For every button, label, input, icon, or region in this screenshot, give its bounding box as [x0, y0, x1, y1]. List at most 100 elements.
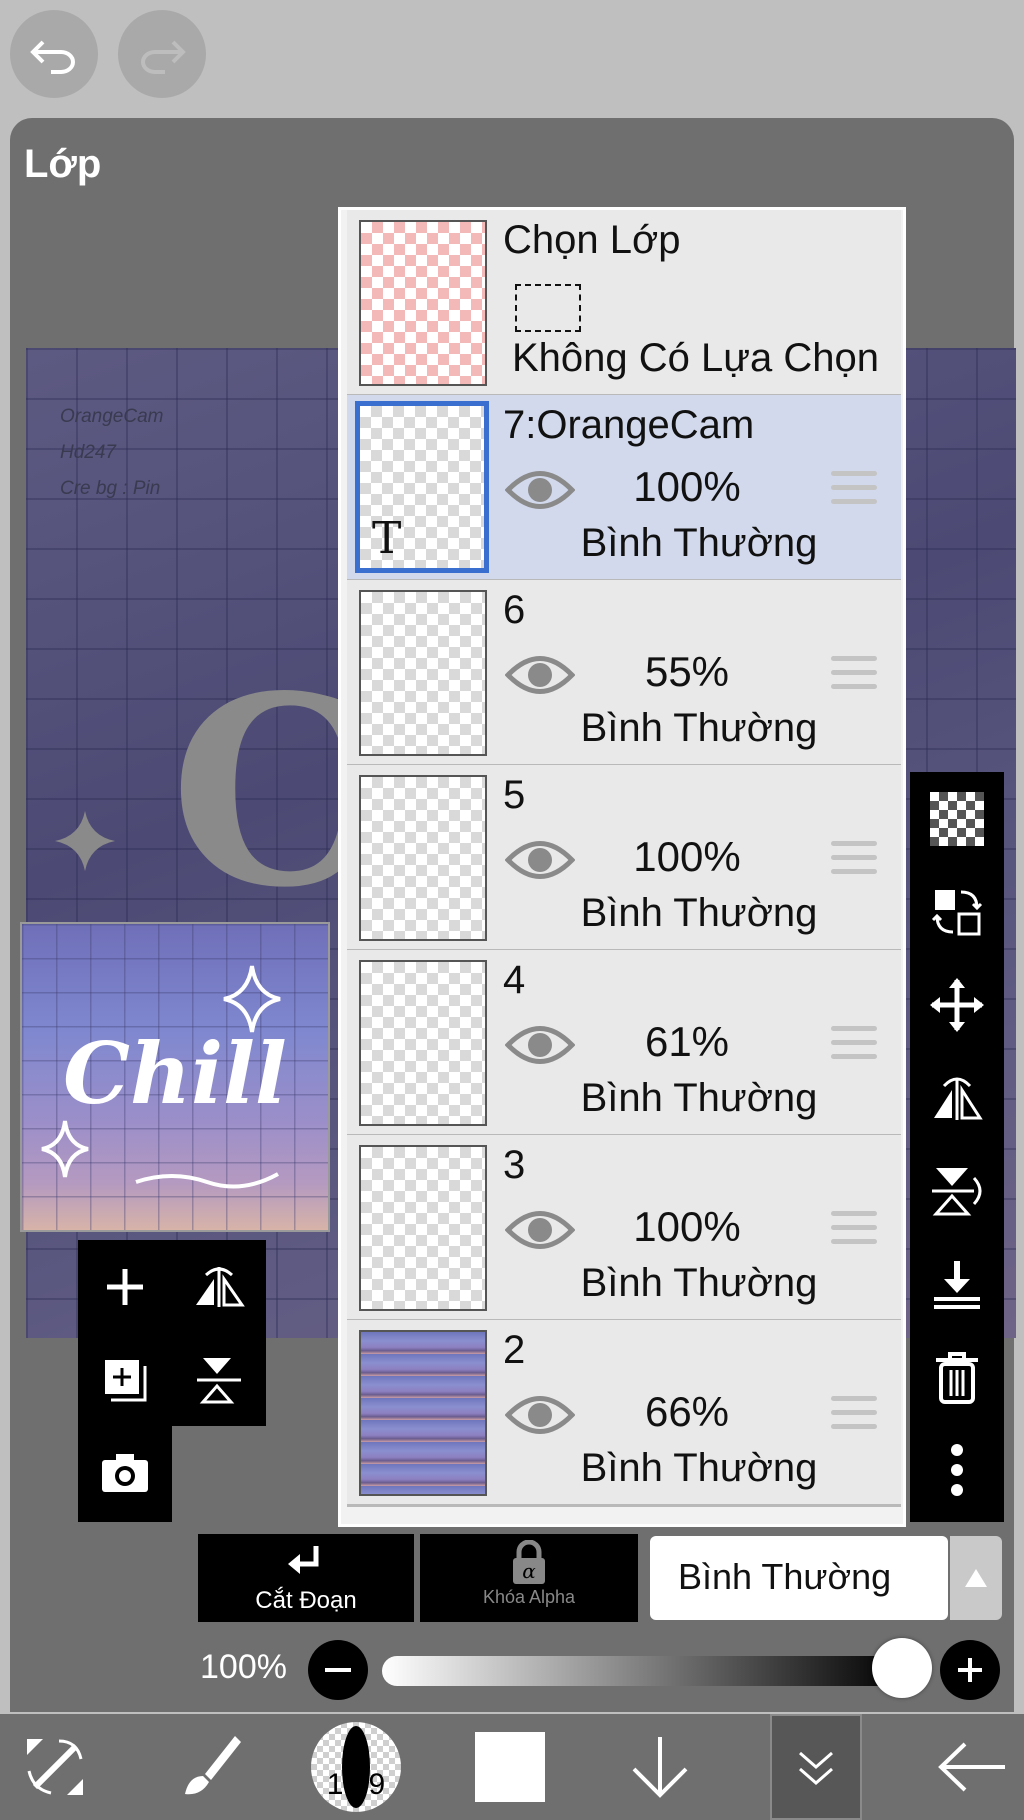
layer-thumbnail — [359, 775, 487, 941]
eye-icon[interactable] — [505, 837, 575, 883]
lock-icon: α — [513, 1539, 545, 1584]
camera-icon — [102, 1453, 148, 1492]
layer-row[interactable]: 2 66% Bình Thường — [347, 1320, 901, 1507]
camera-button[interactable] — [78, 1426, 172, 1522]
opacity-slider-knob[interactable] — [872, 1638, 932, 1698]
flip-horizontal-button[interactable] — [172, 1240, 266, 1333]
brush-icon — [185, 1736, 241, 1795]
blend-mode-value: Bình Thường — [678, 1556, 892, 1597]
alpha-lock-button[interactable]: α Khóa Alpha — [420, 1534, 638, 1622]
drag-handle-icon[interactable] — [831, 656, 877, 696]
opacity-slider[interactable] — [382, 1656, 902, 1686]
color-button[interactable] — [460, 1714, 560, 1820]
canvas-preview[interactable]: Chill — [20, 922, 330, 1232]
layer-thumbnail: T — [355, 401, 489, 573]
eye-icon[interactable] — [505, 1022, 575, 1068]
duplicate-layer-button[interactable] — [78, 1333, 172, 1426]
opacity-increase-button[interactable] — [940, 1640, 1000, 1700]
layer-thumbnail — [359, 590, 487, 756]
move-button[interactable] — [910, 958, 1004, 1051]
blend-mode-select[interactable]: Bình Thường — [650, 1536, 948, 1620]
layers-button[interactable] — [770, 1714, 862, 1820]
eye-icon[interactable] — [505, 1207, 575, 1253]
clip-arrow-icon — [288, 1546, 319, 1574]
layer-name: 6 — [503, 588, 526, 632]
brush-size-button[interactable]: 19.9 — [306, 1714, 406, 1820]
swap-layer-button[interactable] — [910, 865, 1004, 958]
right-tool-panel — [910, 772, 1004, 1522]
preview-sparkle — [223, 965, 281, 1033]
plus-icon — [958, 1658, 982, 1682]
selection-thumbnail — [359, 220, 487, 386]
layer-list[interactable]: Chọn Lớp Không Có Lựa Chọn T 7:OrangeCam… — [338, 207, 906, 1527]
checker-icon — [930, 791, 984, 846]
selection-title: Chọn Lớp — [503, 218, 681, 262]
brush-tool-button[interactable] — [160, 1714, 260, 1820]
triangle-up-icon — [965, 1569, 987, 1587]
layer-opacity: 55% — [644, 648, 730, 695]
transform-icon — [27, 1739, 83, 1795]
more-vertical-icon — [951, 1443, 963, 1496]
add-layer-button[interactable] — [78, 1240, 172, 1333]
layer-blend-mode: Bình Thường — [580, 1076, 818, 1120]
layer-row[interactable]: 5 100% Bình Thường — [347, 765, 901, 952]
merge-down-button[interactable] — [910, 1237, 1004, 1330]
clipping-button[interactable]: Cắt Đoạn — [198, 1534, 414, 1622]
layer-opacity: 61% — [644, 1018, 730, 1065]
layer-opacity: 66% — [644, 1388, 730, 1435]
duplicate-icon — [105, 1359, 147, 1401]
brush-size-value: 19.9 — [326, 1768, 386, 1801]
transform-tool-button[interactable] — [0, 1714, 110, 1820]
eye-icon[interactable] — [505, 1392, 575, 1438]
drag-handle-icon[interactable] — [831, 1026, 877, 1066]
redo-button[interactable] — [118, 10, 206, 98]
layer-down-button[interactable] — [610, 1714, 710, 1820]
layer-row[interactable]: T 7:OrangeCam 100% Bình Thường — [347, 395, 901, 582]
transparent-fill-button[interactable] — [910, 772, 1004, 865]
flip-horizontal-button[interactable] — [910, 1051, 1004, 1144]
undo-button[interactable] — [10, 10, 98, 98]
redo-icon — [141, 40, 186, 74]
marquee-icon — [515, 284, 581, 332]
flip-horizontal-icon — [934, 1077, 983, 1120]
sparkle-shape — [55, 811, 115, 871]
flip-vertical-button[interactable] — [910, 1144, 1004, 1237]
left-tool-panel — [78, 1240, 266, 1426]
clipping-label: Cắt Đoạn — [255, 1587, 357, 1614]
preview-sparkle-2 — [41, 1120, 89, 1178]
merge-down-icon — [934, 1260, 980, 1309]
eye-icon[interactable] — [505, 467, 575, 513]
preview-text: Chill — [63, 1024, 287, 1123]
layer-row[interactable]: 4 61% Bình Thường — [347, 950, 901, 1137]
layer-name: 3 — [503, 1143, 526, 1187]
swap-icon — [931, 889, 983, 935]
double-chevron-down-icon — [799, 1751, 833, 1785]
drag-handle-icon[interactable] — [831, 841, 877, 881]
selection-layer-row[interactable]: Chọn Lớp Không Có Lựa Chọn — [347, 210, 901, 397]
layer-opacity: 100% — [633, 833, 741, 880]
layer-blend-mode: Bình Thường — [580, 1261, 818, 1305]
selection-status: Không Có Lựa Chọn — [512, 336, 880, 380]
layer-blend-mode: Bình Thường — [580, 1446, 818, 1490]
flip-vertical-button[interactable] — [172, 1333, 266, 1426]
eye-icon[interactable] — [505, 652, 575, 698]
layer-row[interactable]: 3 100% Bình Thường — [347, 1135, 901, 1322]
delete-layer-button[interactable] — [910, 1330, 1004, 1423]
layer-name: 5 — [503, 773, 526, 817]
trash-icon — [936, 1351, 978, 1404]
more-options-button[interactable] — [910, 1423, 1004, 1516]
canvas-credit-1: OrangeCam — [60, 406, 164, 427]
drag-handle-icon[interactable] — [831, 471, 877, 511]
back-button[interactable] — [920, 1714, 1024, 1820]
blend-mode-dropdown-button[interactable] — [950, 1536, 1002, 1620]
text-layer-icon: T — [372, 513, 402, 564]
minus-icon — [325, 1668, 351, 1672]
layer-blend-mode: Bình Thường — [580, 706, 818, 750]
drag-handle-icon[interactable] — [831, 1396, 877, 1436]
flip-vertical-icon — [197, 1357, 241, 1403]
preview-swoosh — [135, 1172, 279, 1189]
layer-row[interactable]: 6 55% Bình Thường — [347, 580, 901, 767]
drag-handle-icon[interactable] — [831, 1211, 877, 1251]
opacity-decrease-button[interactable] — [308, 1640, 368, 1700]
svg-text:α: α — [522, 1559, 536, 1583]
